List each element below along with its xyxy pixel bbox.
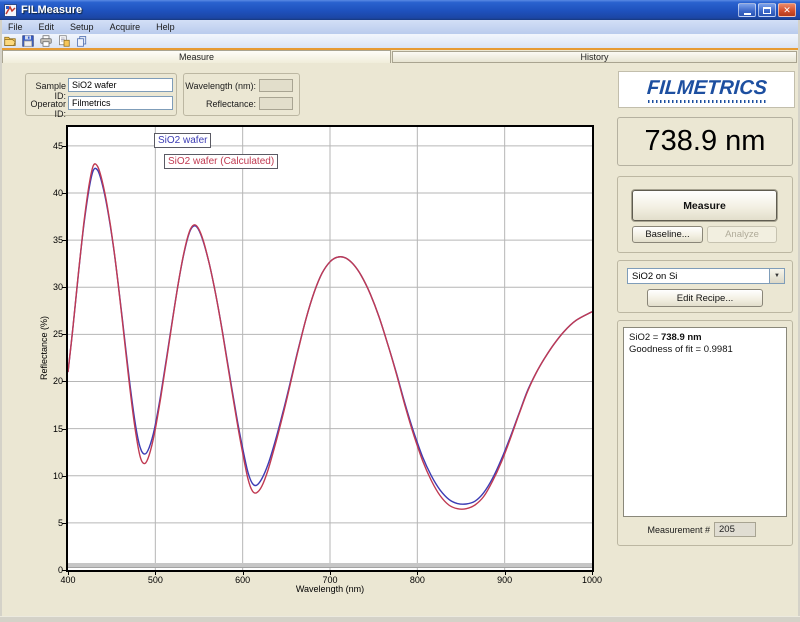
measurement-number-label: Measurement # <box>630 525 710 535</box>
x-axis-label: Wavelength (nm) <box>270 584 390 594</box>
operator-id-label: Operator ID: <box>18 99 66 119</box>
sample-id-label: Sample ID: <box>24 81 66 101</box>
y-tick-label: 5 <box>38 518 63 528</box>
x-tick-label: 500 <box>137 575 173 585</box>
y-tick-mark <box>62 146 66 147</box>
logo-text: FILMETRICS <box>646 77 768 100</box>
save-icon[interactable] <box>21 35 35 47</box>
y-tick-mark <box>62 429 66 430</box>
measure-button[interactable]: Measure <box>632 190 777 221</box>
menu-bar: File Edit Setup Acquire Help <box>0 20 800 34</box>
y-tick-label: 40 <box>38 188 63 198</box>
y-tick-label: 15 <box>38 424 63 434</box>
x-tick-mark <box>505 571 506 575</box>
x-tick-mark <box>417 571 418 575</box>
x-tick-label: 600 <box>225 575 261 585</box>
y-tick-mark <box>62 193 66 194</box>
legend-calculated: SiO2 wafer (Calculated) <box>164 154 278 169</box>
operator-id-input[interactable] <box>68 96 173 110</box>
copy-icon[interactable] <box>75 35 89 47</box>
reflectance-field <box>259 97 293 110</box>
y-tick-label: 10 <box>38 471 63 481</box>
x-tick-mark <box>68 571 69 575</box>
y-tick-label: 0 <box>38 565 63 575</box>
window-controls: ✕ <box>738 3 796 17</box>
x-tick-mark <box>155 571 156 575</box>
recipe-select[interactable]: SiO2 on Si ▼ <box>627 268 785 284</box>
menu-setup[interactable]: Setup <box>62 21 102 33</box>
y-tick-mark <box>62 287 66 288</box>
print-icon[interactable] <box>39 35 53 47</box>
open-icon[interactable] <box>3 35 17 47</box>
y-tick-mark <box>62 570 66 571</box>
plot-area: SiO2 wafer SiO2 wafer (Calculated) <box>66 125 594 572</box>
chart-canvas <box>68 127 592 570</box>
app-icon <box>4 4 17 17</box>
chevron-down-icon[interactable]: ▼ <box>769 269 784 283</box>
x-tick-label: 800 <box>399 575 435 585</box>
analyze-button[interactable]: Analyze <box>707 226 777 243</box>
app-window: FILMeasure ✕ File Edit Setup Acquire Hel… <box>0 0 800 622</box>
menu-acquire[interactable]: Acquire <box>102 21 149 33</box>
edit-recipe-button[interactable]: Edit Recipe... <box>647 289 763 307</box>
y-tick-label: 35 <box>38 235 63 245</box>
y-tick-mark <box>62 523 66 524</box>
y-tick-label: 45 <box>38 141 63 151</box>
legend-measured: SiO2 wafer <box>154 133 211 148</box>
y-tick-mark <box>62 334 66 335</box>
result-line-thickness: SiO2 = 738.9 nm <box>629 332 781 344</box>
results-text-area: SiO2 = 738.9 nm Goodness of fit = 0.9981 <box>623 327 787 517</box>
wavelength-field <box>259 79 293 92</box>
tab-measure[interactable]: Measure <box>2 50 391 63</box>
reflectance-label: Reflectance: <box>185 99 256 109</box>
thickness-display: 738.9 nm <box>617 117 793 166</box>
maximize-button[interactable] <box>758 3 776 17</box>
menu-help[interactable]: Help <box>148 21 183 33</box>
minimize-button[interactable] <box>738 3 756 17</box>
title-bar: FILMeasure ✕ <box>0 0 800 20</box>
y-tick-label: 30 <box>38 282 63 292</box>
menu-file[interactable]: File <box>0 21 31 33</box>
baseline-button[interactable]: Baseline... <box>632 226 703 243</box>
result-thickness-value: 738.9 nm <box>661 332 702 343</box>
menu-edit[interactable]: Edit <box>31 21 63 33</box>
window-frame-bottom <box>0 616 800 622</box>
measurement-number-field: 205 <box>714 522 756 537</box>
result-line-fit: Goodness of fit = 0.9981 <box>629 344 781 356</box>
x-tick-mark <box>243 571 244 575</box>
close-button[interactable]: ✕ <box>778 3 796 17</box>
y-tick-mark <box>62 381 66 382</box>
x-tick-label: 900 <box>487 575 523 585</box>
y-tick-mark <box>62 476 66 477</box>
wavelength-label: Wavelength (nm): <box>185 81 256 91</box>
x-tick-mark <box>592 571 593 575</box>
baseline-band-edge <box>68 567 592 568</box>
tab-history[interactable]: History <box>392 51 797 63</box>
y-tick-label: 25 <box>38 329 63 339</box>
y-tick-mark <box>62 240 66 241</box>
filmetrics-logo: FILMETRICS <box>618 71 795 108</box>
export-icon[interactable] <box>57 35 71 47</box>
x-tick-mark <box>330 571 331 575</box>
sample-id-input[interactable] <box>68 78 173 92</box>
window-title: FILMeasure <box>21 4 82 16</box>
x-tick-label: 1000 <box>574 575 610 585</box>
x-tick-label: 400 <box>50 575 86 585</box>
window-frame-left <box>0 20 2 622</box>
y-tick-label: 20 <box>38 376 63 386</box>
toolbar <box>0 34 800 48</box>
recipe-selected-value: SiO2 on Si <box>628 271 769 282</box>
